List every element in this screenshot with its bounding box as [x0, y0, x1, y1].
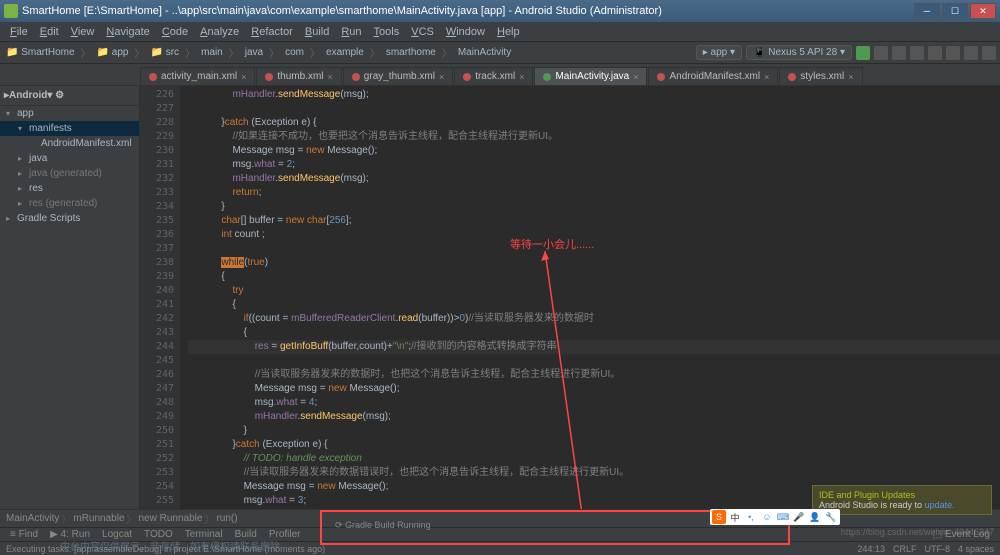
menu-tools[interactable]: Tools — [368, 26, 406, 38]
annotation-text: 等待一小会儿...... — [510, 236, 594, 252]
notification-body: Android Studio is ready to update. — [819, 500, 985, 510]
search-icon[interactable] — [982, 46, 996, 60]
tree-node[interactable]: ▸Gradle Scripts — [0, 211, 139, 226]
breadcrumb-item[interactable]: 📁 app — [95, 47, 131, 58]
menu-navigate[interactable]: Navigate — [100, 26, 155, 38]
toolbar: 📁 SmartHome〉📁 app〉📁 src〉main〉java〉com〉ex… — [0, 42, 1000, 64]
ime-toolbar[interactable]: S 中 •, ☺ ⌨ 🎤 👤 🔧 — [710, 509, 840, 525]
menu-run[interactable]: Run — [335, 26, 367, 38]
tree-node[interactable]: ▾manifests — [0, 121, 139, 136]
crumb-item[interactable]: new Runnable — [139, 513, 203, 524]
project-tree[interactable]: ▸ Android ▾ ⚙ ▾app▾manifestsAndroidManif… — [0, 86, 140, 509]
overlay-disclaimer: 中台内容仅供展示，非存储，如有侵权请联系删除 — [60, 538, 280, 553]
ime-keyboard-icon[interactable]: ⌨ — [776, 510, 790, 524]
breadcrumb-item[interactable]: java — [243, 47, 265, 58]
ime-mic-icon[interactable]: 🎤 — [792, 510, 806, 524]
ime-logo-icon[interactable]: S — [712, 510, 726, 524]
stop-icon[interactable] — [910, 46, 924, 60]
menu-vcs[interactable]: VCS — [405, 26, 440, 38]
watermark: https://blog.csdn.net/weixin_43446247 — [841, 527, 994, 537]
ime-person-icon[interactable]: 👤 — [808, 510, 822, 524]
breadcrumb: 📁 SmartHome〉📁 app〉📁 src〉main〉java〉com〉ex… — [4, 45, 513, 60]
menu-edit[interactable]: Edit — [34, 26, 65, 38]
menu-file[interactable]: File — [4, 26, 34, 38]
editor-tab[interactable]: thumb.xml× — [256, 67, 341, 85]
profile-icon[interactable] — [892, 46, 906, 60]
device-combo[interactable]: 📱 Nexus 5 API 28 ▾ — [746, 45, 852, 60]
breadcrumb-item[interactable]: 📁 SmartHome — [4, 47, 77, 58]
gutter: 226 227 228 229 230 231 232 233 234 235 … — [140, 86, 180, 509]
status-item: UTF-8 — [924, 544, 950, 554]
ime-punct-icon[interactable]: •, — [744, 510, 758, 524]
app-icon — [4, 4, 18, 18]
build-status: ⟳ Gradle Build Running — [335, 520, 431, 531]
tree-node[interactable]: ▸res — [0, 181, 139, 196]
menu-help[interactable]: Help — [491, 26, 526, 38]
sync-icon[interactable] — [928, 46, 942, 60]
close-button[interactable]: ✕ — [970, 3, 996, 19]
status-item: 244:13 — [857, 544, 885, 554]
ime-lang-icon[interactable]: 中 — [728, 510, 742, 524]
menu-view[interactable]: View — [65, 26, 101, 38]
breadcrumb-item[interactable]: MainActivity — [456, 47, 513, 58]
breadcrumb-item[interactable]: smarthome — [384, 47, 438, 58]
status-item: 4 spaces — [958, 544, 994, 554]
update-link[interactable]: update. — [925, 500, 955, 510]
tree-node[interactable]: AndroidManifest.xml — [0, 136, 139, 151]
project-tree-header[interactable]: ▸ Android ▾ ⚙ — [0, 86, 139, 106]
menu-code[interactable]: Code — [156, 26, 194, 38]
menu-bar: FileEditViewNavigateCodeAnalyzeRefactorB… — [0, 22, 1000, 42]
breadcrumb-item[interactable]: 📁 src — [149, 47, 182, 58]
run-icon[interactable] — [856, 46, 870, 60]
tree-node[interactable]: ▸java — [0, 151, 139, 166]
tool-tab[interactable]: ≡ Find — [4, 529, 44, 540]
debug-icon[interactable] — [874, 46, 888, 60]
editor-tab[interactable]: track.xml× — [454, 67, 533, 85]
breadcrumb-item[interactable]: main — [199, 47, 225, 58]
menu-analyze[interactable]: Analyze — [194, 26, 245, 38]
maximize-button[interactable]: ☐ — [942, 3, 968, 19]
crumb-item[interactable]: run() — [216, 513, 237, 524]
breadcrumb-item[interactable]: example — [324, 47, 366, 58]
tree-node[interactable]: ▸res (generated) — [0, 196, 139, 211]
ime-tool-icon[interactable]: 🔧 — [824, 510, 838, 524]
menu-build[interactable]: Build — [299, 26, 335, 38]
tree-node[interactable]: ▾app — [0, 106, 139, 121]
crumb-item[interactable]: MainActivity — [6, 513, 59, 524]
editor-tab[interactable]: MainActivity.java× — [534, 67, 647, 85]
sdk-icon[interactable] — [964, 46, 978, 60]
crumb-item[interactable]: mRunnable — [73, 513, 124, 524]
status-item: CRLF — [893, 544, 917, 554]
code-area[interactable]: mHandler.sendMessage(msg); }catch (Excep… — [180, 86, 1000, 509]
run-config-combo[interactable]: ▸ app ▾ — [696, 45, 742, 60]
notification-title: IDE and Plugin Updates — [819, 490, 985, 500]
avd-icon[interactable] — [946, 46, 960, 60]
code-editor[interactable]: 226 227 228 229 230 231 232 233 234 235 … — [140, 86, 1000, 509]
tree-node[interactable]: ▸java (generated) — [0, 166, 139, 181]
ime-emoji-icon[interactable]: ☺ — [760, 510, 774, 524]
editor-tab[interactable]: styles.xml× — [779, 67, 862, 85]
minimize-button[interactable]: ─ — [914, 3, 940, 19]
breadcrumb-item[interactable]: com — [283, 47, 306, 58]
menu-refactor[interactable]: Refactor — [245, 26, 299, 38]
menu-window[interactable]: Window — [440, 26, 491, 38]
editor-tab[interactable]: gray_thumb.xml× — [343, 67, 453, 85]
editor-tab[interactable]: activity_main.xml× — [140, 67, 255, 85]
editor-tab[interactable]: AndroidManifest.xml× — [648, 67, 778, 85]
window-title: SmartHome [E:\SmartHome] - ..\app\src\ma… — [22, 5, 662, 17]
editor-tabs: activity_main.xml×thumb.xml×gray_thumb.x… — [0, 64, 1000, 86]
window-titlebar: SmartHome [E:\SmartHome] - ..\app\src\ma… — [0, 0, 1000, 22]
